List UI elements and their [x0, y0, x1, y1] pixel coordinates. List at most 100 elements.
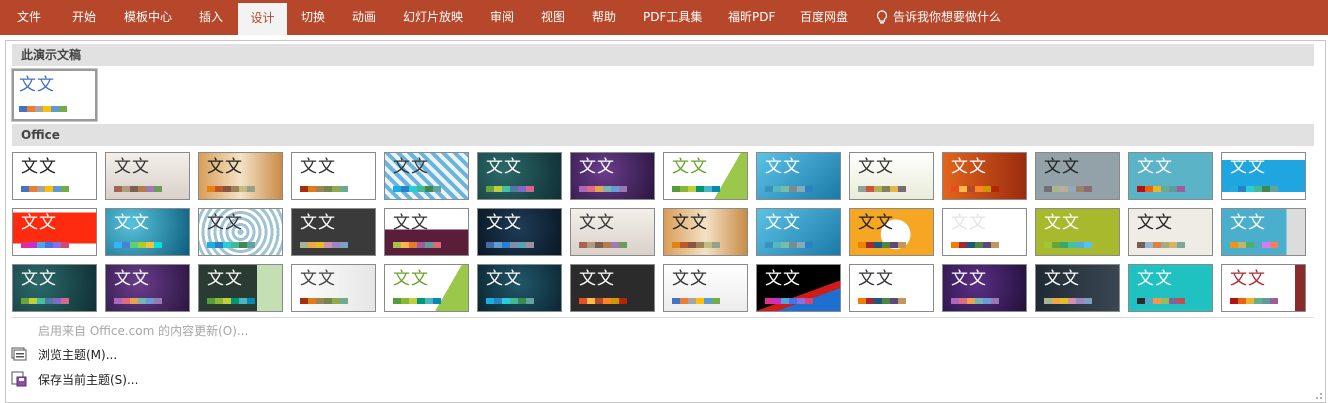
swatch: [866, 242, 874, 248]
current-theme-thumbnail[interactable]: 文文: [11, 68, 98, 122]
swatch: [393, 298, 401, 304]
theme-thumbnail[interactable]: 文文: [384, 152, 469, 200]
theme-thumbnail[interactable]: 文文: [477, 264, 562, 312]
theme-thumbnail[interactable]: 文文: [663, 152, 748, 200]
theme-thumbnail[interactable]: 文文: [942, 208, 1027, 256]
theme-thumbnail[interactable]: 文文: [1221, 152, 1306, 200]
ribbon-tab[interactable]: 帮助: [592, 0, 616, 35]
ribbon-tab[interactable]: 视图: [541, 0, 565, 35]
swatch: [991, 298, 999, 304]
ribbon-tab[interactable]: 文件: [17, 0, 41, 35]
ribbon-tab[interactable]: 模板中心: [124, 0, 172, 35]
swatch: [1246, 186, 1254, 192]
theme-color-swatches: [21, 186, 69, 192]
ribbon-tab[interactable]: 设计: [238, 3, 287, 35]
theme-thumbnail[interactable]: 文文: [477, 152, 562, 200]
browse-themes-item[interactable]: 浏览主题(M)...: [38, 346, 117, 363]
swatch: [882, 298, 890, 304]
theme-thumbnail[interactable]: 文文: [570, 264, 655, 312]
theme-thumbnail[interactable]: 文文: [756, 152, 841, 200]
theme-thumbnail[interactable]: 文文: [198, 152, 283, 200]
swatch: [526, 298, 534, 304]
swatch: [704, 186, 712, 192]
swatch: [1084, 242, 1092, 248]
theme-thumbnail[interactable]: 文文: [849, 152, 934, 200]
ribbon-tab[interactable]: 动画: [352, 0, 376, 35]
theme-thumbnail[interactable]: 文文: [12, 152, 97, 200]
ribbon-tab[interactable]: PDF工具集: [643, 0, 702, 35]
swatch: [316, 186, 324, 192]
theme-thumbnail[interactable]: 文文: [1128, 152, 1213, 200]
theme-thumbnail[interactable]: 文文: [291, 152, 376, 200]
theme-thumbnail[interactable]: 文文: [663, 264, 748, 312]
swatch: [1060, 242, 1068, 248]
theme-thumbnail[interactable]: 文文: [1035, 152, 1120, 200]
swatch: [975, 186, 983, 192]
theme-thumbnail[interactable]: 文文: [849, 264, 934, 312]
theme-thumbnail[interactable]: 文文: [1035, 264, 1120, 312]
swatch: [1262, 186, 1270, 192]
theme-thumbnail[interactable]: 文文: [291, 208, 376, 256]
ribbon-tab[interactable]: 切换: [301, 0, 325, 35]
swatch: [866, 186, 874, 192]
theme-thumbnail[interactable]: 文文: [1035, 208, 1120, 256]
theme-thumbnail[interactable]: 文文: [105, 152, 190, 200]
theme-thumbnail[interactable]: 文文: [756, 208, 841, 256]
theme-title: 文文: [393, 157, 429, 177]
swatch: [130, 242, 138, 248]
swatch: [223, 186, 231, 192]
swatch: [967, 242, 975, 248]
theme-thumbnail[interactable]: 文文: [105, 264, 190, 312]
swatch: [1270, 186, 1278, 192]
swatch: [975, 242, 983, 248]
theme-title: 文文: [1230, 157, 1266, 177]
swatch: [1044, 242, 1052, 248]
swatch: [874, 298, 882, 304]
ribbon-tab[interactable]: 福昕PDF: [728, 0, 775, 35]
theme-thumbnail[interactable]: 文文: [849, 208, 934, 256]
swatch: [765, 186, 773, 192]
theme-thumbnail[interactable]: 文文: [942, 264, 1027, 312]
swatch: [882, 186, 890, 192]
theme-thumbnail[interactable]: 文文: [384, 264, 469, 312]
save-current-theme-item[interactable]: 保存当前主题(S)...: [38, 371, 138, 388]
swatch: [340, 298, 348, 304]
resize-grip-icon[interactable]: [1313, 390, 1323, 400]
theme-thumbnail[interactable]: 文文: [942, 152, 1027, 200]
swatch: [975, 298, 983, 304]
theme-thumbnail[interactable]: 文文: [570, 152, 655, 200]
theme-thumbnail[interactable]: 文文: [198, 264, 283, 312]
theme-thumbnail[interactable]: 文文: [105, 208, 190, 256]
ribbon-tab[interactable]: 开始: [72, 0, 96, 35]
theme-title: 文文: [393, 269, 429, 289]
theme-thumbnail[interactable]: 文文: [477, 208, 562, 256]
theme-thumbnail[interactable]: 文文: [1221, 208, 1306, 256]
theme-thumbnail[interactable]: 文文: [384, 208, 469, 256]
theme-thumbnail[interactable]: 文文: [1128, 264, 1213, 312]
swatch: [207, 298, 215, 304]
swatch: [247, 186, 255, 192]
theme-color-swatches: [393, 242, 441, 248]
swatch: [898, 242, 906, 248]
swatch: [239, 242, 247, 248]
theme-thumbnail[interactable]: 文文: [1128, 208, 1213, 256]
ribbon-tab[interactable]: 百度网盘: [800, 0, 848, 35]
swatch: [332, 242, 340, 248]
theme-thumbnail[interactable]: 文文: [663, 208, 748, 256]
swatch: [672, 242, 680, 248]
swatch: [486, 186, 494, 192]
ribbon-tab[interactable]: 插入: [199, 0, 223, 35]
theme-thumbnail[interactable]: 文文: [291, 264, 376, 312]
swatch: [308, 186, 316, 192]
swatch: [425, 242, 433, 248]
theme-thumbnail[interactable]: 文文: [756, 264, 841, 312]
ribbon-tab[interactable]: 审阅: [490, 0, 514, 35]
ribbon-tab[interactable]: 幻灯片放映: [403, 0, 463, 35]
theme-thumbnail[interactable]: 文文: [12, 264, 97, 312]
theme-thumbnail[interactable]: 文文: [12, 208, 97, 256]
theme-thumbnail[interactable]: 文文: [198, 208, 283, 256]
theme-thumbnail[interactable]: 文文: [570, 208, 655, 256]
swatch: [43, 106, 51, 112]
tell-me-search[interactable]: 告诉我你想要做什么: [893, 0, 1001, 35]
theme-thumbnail[interactable]: 文文: [1221, 264, 1306, 312]
